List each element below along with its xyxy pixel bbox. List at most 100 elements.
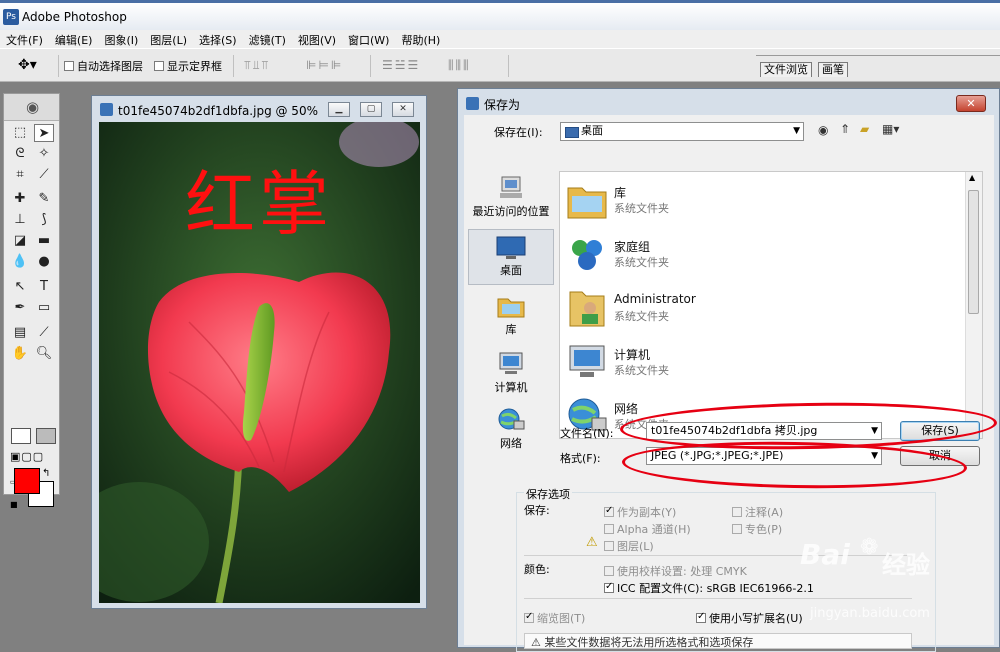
menu-window[interactable]: 窗口(W): [342, 30, 395, 50]
align-left-icons[interactable]: ⊫⊨⊫: [306, 58, 343, 72]
show-bounds-option[interactable]: 显示定界框: [154, 58, 222, 74]
healing-brush-icon[interactable]: ✚: [10, 190, 30, 208]
menu-layer[interactable]: 图层(L): [144, 30, 193, 50]
spot-checkbox[interactable]: [732, 524, 742, 534]
spot-option[interactable]: 专色(P): [732, 521, 782, 537]
list-item[interactable]: 计算机 系统文件夹: [564, 338, 944, 388]
place-computer[interactable]: 计算机: [468, 347, 554, 403]
thumbnail-checkbox[interactable]: [524, 611, 534, 623]
warning-icon: ⚠: [531, 636, 541, 649]
eraser-tool-icon[interactable]: ◪: [10, 232, 30, 250]
shape-tool-icon[interactable]: ▭: [34, 299, 54, 317]
menu-select[interactable]: 选择(S): [193, 30, 243, 50]
image-canvas[interactable]: 红掌: [99, 122, 420, 603]
eyedropper-icon[interactable]: ⟋: [34, 324, 54, 342]
scrollbar-thumb[interactable]: [968, 190, 979, 314]
dialog-close-button[interactable]: ✕: [956, 95, 986, 112]
auto-select-layer-option[interactable]: 自动选择图层: [64, 58, 143, 74]
icc-option[interactable]: ICC 配置文件(C): sRGB IEC61966-2.1: [604, 580, 814, 596]
icc-checkbox[interactable]: [604, 581, 614, 593]
alpha-option[interactable]: Alpha 通道(H): [604, 521, 691, 537]
list-item[interactable]: 家庭组 系统文件夹: [564, 230, 944, 280]
history-brush-icon[interactable]: ⟆: [34, 211, 54, 229]
quick-mask-icon[interactable]: [36, 428, 56, 444]
magic-wand-icon[interactable]: ✧: [34, 145, 54, 163]
proof-option[interactable]: 使用校样设置: 处理 CMYK: [604, 563, 747, 579]
adobe-eye-icon[interactable]: ◉: [26, 98, 39, 116]
list-item[interactable]: Administrator 系统文件夹: [564, 284, 944, 334]
menu-filter[interactable]: 滤镜(T): [243, 30, 292, 50]
document-title: t01fe45074b2df1dbfa.jpg @ 50%(红...: [118, 104, 318, 118]
standard-mode-icon[interactable]: [11, 428, 31, 444]
minimize-button[interactable]: ▁: [328, 102, 350, 117]
swap-colors-icon[interactable]: ↰: [42, 468, 50, 479]
move-tool-preset-icon[interactable]: ✥▾: [18, 57, 37, 73]
distribute-left-icons[interactable]: ⫼⫼⫼: [448, 58, 471, 73]
as-copy-checkbox[interactable]: [604, 505, 614, 517]
gradient-tool-icon[interactable]: ▬: [34, 232, 54, 250]
clone-stamp-icon[interactable]: ⊥: [10, 211, 30, 229]
chevron-down-icon: ▼: [793, 126, 800, 136]
brush-tool-icon[interactable]: ✎: [34, 190, 54, 208]
list-item[interactable]: 库 系统文件夹: [564, 176, 944, 226]
crop-tool-icon[interactable]: ⌗: [10, 166, 30, 184]
file-list[interactable]: 库 系统文件夹 家庭组 系统文件夹 Administrator 系统文件夹 计算…: [559, 171, 983, 439]
new-folder-icon[interactable]: ▰: [860, 122, 869, 136]
alpha-checkbox[interactable]: [604, 524, 614, 534]
type-tool-icon[interactable]: T: [34, 278, 54, 296]
move-tool-icon[interactable]: ➤: [34, 124, 54, 142]
menu-help[interactable]: 帮助(H): [395, 30, 446, 50]
distribute-top-icons[interactable]: ☰☱☰: [382, 58, 420, 72]
dodge-tool-icon[interactable]: ●: [34, 253, 54, 271]
pen-tool-icon[interactable]: ✒: [10, 299, 30, 317]
foreground-color-swatch-top[interactable]: [14, 468, 40, 494]
menu-view[interactable]: 视图(V): [292, 30, 342, 50]
view-menu-icon[interactable]: ▦▾: [882, 122, 899, 136]
app-title: Adobe Photoshop: [22, 10, 127, 24]
zoom-tool-icon[interactable]: 🔍︎: [34, 345, 54, 363]
layers-checkbox[interactable]: [604, 541, 614, 551]
scroll-up-icon[interactable]: ▲: [969, 173, 975, 182]
proof-label: 使用校样设置: 处理 CMYK: [617, 565, 747, 578]
place-libraries-label: 库: [505, 323, 517, 336]
close-button[interactable]: ✕: [392, 102, 414, 117]
screen-mode-icons[interactable]: ▣▢▢: [10, 450, 44, 463]
thumbnail-option[interactable]: 缩览图(T): [524, 610, 585, 626]
dialog-title: 保存为: [484, 98, 521, 112]
marquee-tool-icon[interactable]: ⬚: [10, 124, 30, 142]
annotations-option[interactable]: 注释(A): [732, 504, 783, 520]
file-list-scrollbar[interactable]: ▲ ▼: [965, 172, 982, 438]
path-select-icon[interactable]: ↖: [10, 278, 30, 296]
notes-tool-icon[interactable]: ▤: [10, 324, 30, 342]
show-bounds-checkbox[interactable]: [154, 61, 164, 71]
proof-checkbox[interactable]: [604, 566, 614, 576]
blur-tool-icon[interactable]: 💧: [10, 253, 30, 271]
tab-brushes[interactable]: 画笔: [818, 62, 848, 77]
up-folder-icon[interactable]: ⇑: [840, 122, 850, 136]
lowercase-ext-option[interactable]: 使用小写扩展名(U): [696, 610, 803, 626]
back-icon[interactable]: ◉: [818, 123, 828, 137]
auto-select-checkbox[interactable]: [64, 61, 74, 71]
file-desc: 系统文件夹: [614, 364, 669, 377]
save-in-dropdown[interactable]: 桌面 ▼: [560, 122, 804, 141]
as-copy-option[interactable]: 作为副本(Y): [604, 504, 676, 520]
lasso-tool-icon[interactable]: ᘓ: [10, 145, 30, 163]
places-bar: 最近访问的位置 桌面 库 计算机 网络: [468, 171, 554, 451]
app-title-bar: Ps Adobe Photoshop: [0, 0, 1000, 30]
lowercase-ext-checkbox[interactable]: [696, 611, 706, 623]
menu-image[interactable]: 图象(I): [98, 30, 144, 50]
place-network[interactable]: 网络: [468, 403, 554, 459]
layers-option[interactable]: 图层(L): [604, 538, 654, 554]
place-recent[interactable]: 最近访问的位置: [468, 171, 554, 227]
menu-edit[interactable]: 编辑(E): [49, 30, 99, 50]
menu-file[interactable]: 文件(F): [0, 30, 49, 50]
place-desktop[interactable]: 桌面: [468, 229, 554, 285]
annotations-checkbox[interactable]: [732, 507, 742, 517]
place-libraries[interactable]: 库: [468, 289, 554, 345]
hand-tool-icon[interactable]: ✋: [10, 345, 30, 363]
slice-tool-icon[interactable]: ⟋: [34, 166, 54, 184]
align-top-icons[interactable]: ⫪⫫⫪: [244, 58, 270, 73]
maximize-button[interactable]: ▢: [360, 102, 382, 117]
tab-file-browser[interactable]: 文件浏览: [760, 62, 812, 77]
default-colors-icon[interactable]: ■: [10, 500, 18, 509]
